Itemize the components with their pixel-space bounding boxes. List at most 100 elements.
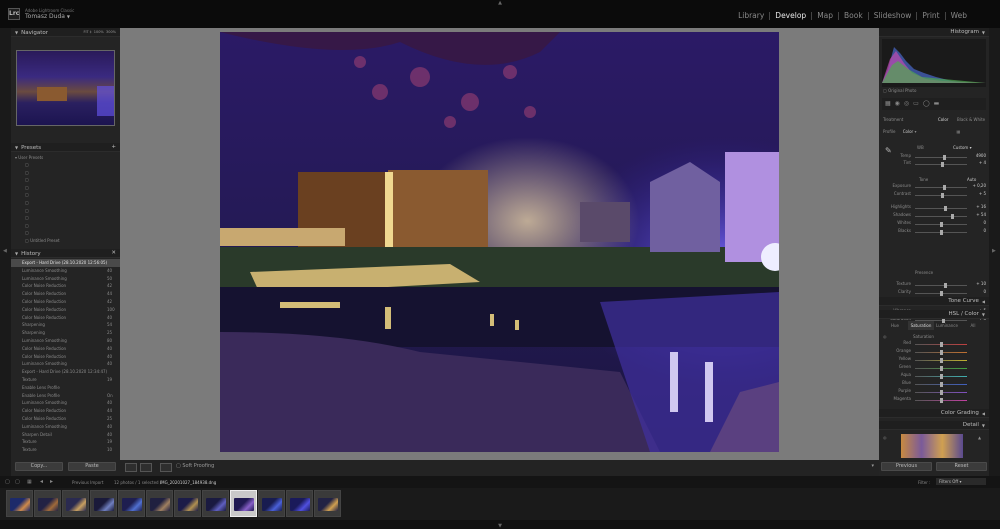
history-item[interactable]: Sharpening 25 xyxy=(11,329,120,337)
histogram-chart[interactable] xyxy=(882,39,986,87)
preset-item[interactable]: ▢ xyxy=(25,199,60,207)
hsl-slider-green[interactable]: Green xyxy=(879,364,989,372)
history-header[interactable]: ▼ History ✕ xyxy=(11,249,120,258)
slider-knob[interactable] xyxy=(940,366,943,371)
history-item[interactable]: Enable Lens Profile xyxy=(11,384,120,392)
filmstrip-thumbnail[interactable] xyxy=(174,490,201,517)
left-panel-edge[interactable]: ◀ xyxy=(0,28,11,476)
slider-value[interactable]: + 16 xyxy=(976,203,986,211)
slider-tint[interactable]: Tint + 4 xyxy=(879,159,989,168)
crop-tool-icon[interactable]: ▦ xyxy=(885,100,895,107)
slider-shadows[interactable]: Shadows + 54 xyxy=(879,212,989,220)
history-item[interactable]: Color Noise Reduction 40 xyxy=(11,345,120,353)
zoom-300[interactable]: 300% xyxy=(106,30,116,34)
original-photo-toggle[interactable]: ▢ Original Photo xyxy=(883,87,916,95)
module-library[interactable]: Library xyxy=(733,12,771,20)
slider-knob[interactable] xyxy=(940,358,943,363)
previous-button[interactable]: Previous xyxy=(881,462,932,471)
slider-value[interactable]: 0 xyxy=(983,288,986,296)
module-develop[interactable]: Develop xyxy=(770,12,813,20)
filmstrip-thumbnail[interactable] xyxy=(286,490,313,517)
slider-knob[interactable] xyxy=(940,390,943,395)
tone-curve-header[interactable]: ◀ Tone Curve xyxy=(879,297,989,306)
zoom-options[interactable]: FIT ‡ 100% 300% xyxy=(83,28,116,37)
zoom-100[interactable]: 100% xyxy=(94,30,104,34)
slider-track[interactable] xyxy=(915,155,967,160)
second-window-options-icon[interactable]: ▢ xyxy=(15,479,20,485)
current-file[interactable]: IMG_20201027_184938.dng xyxy=(160,480,216,485)
slider-texture[interactable]: Texture + 10 xyxy=(879,281,989,289)
tab-saturation[interactable]: Saturation xyxy=(908,321,934,330)
slider-knob[interactable] xyxy=(940,350,943,355)
preset-item[interactable]: ▢ xyxy=(25,214,60,222)
hsl-track[interactable] xyxy=(915,350,967,355)
target-adjust-icon[interactable]: ◎ xyxy=(883,333,887,341)
slider-knob[interactable] xyxy=(942,185,946,190)
hsl-slider-blue[interactable]: Blue xyxy=(879,380,989,388)
slider-knob[interactable] xyxy=(940,398,943,403)
copy-button[interactable]: Copy... xyxy=(15,462,63,471)
tab-hue[interactable]: Hue xyxy=(882,321,908,330)
slider-knob[interactable] xyxy=(940,374,943,379)
slider-knob[interactable] xyxy=(940,382,943,387)
slider-value[interactable]: + 4 xyxy=(979,159,986,167)
tab-luminance[interactable]: Luminance xyxy=(934,321,960,330)
slider-knob[interactable] xyxy=(940,291,943,296)
slider-track[interactable] xyxy=(915,283,967,288)
navigator-preview[interactable] xyxy=(16,50,115,126)
navigator-header[interactable]: ▼ Navigator FIT ‡ 100% 300% xyxy=(11,28,120,37)
module-book[interactable]: Book xyxy=(839,12,869,20)
slider-value[interactable]: 0 xyxy=(983,227,986,235)
before-after-split-icon[interactable] xyxy=(160,463,172,472)
hsl-track[interactable] xyxy=(915,342,967,347)
forward-icon[interactable]: ▸ xyxy=(50,478,53,485)
history-item[interactable]: Color Noise Reduction 42 xyxy=(11,298,120,306)
slider-knob[interactable] xyxy=(940,230,943,235)
slider-track[interactable] xyxy=(915,222,967,227)
hsl-slider-aqua[interactable]: Aqua xyxy=(879,372,989,380)
preset-item[interactable]: ▢ xyxy=(25,229,60,237)
history-item[interactable]: Luminance Smoothing 80 xyxy=(11,337,120,345)
history-item[interactable]: Sharpening 54 xyxy=(11,321,120,329)
preset-item[interactable]: ▢ xyxy=(25,169,60,177)
filter-select[interactable]: Filters Off ▾ xyxy=(936,478,986,485)
add-preset-icon[interactable]: + xyxy=(111,143,116,152)
slider-track[interactable] xyxy=(915,214,967,219)
hsl-slider-orange[interactable]: Orange xyxy=(879,348,989,356)
history-item[interactable]: Export - Hard Drive (28.10.2020 12:34:47… xyxy=(11,368,120,376)
photo-preview[interactable] xyxy=(220,32,779,452)
filmstrip-thumbnail[interactable] xyxy=(230,490,257,517)
radial-filter-icon[interactable]: ◯ xyxy=(923,100,934,107)
slider-track[interactable] xyxy=(915,185,967,190)
profile-select[interactable]: Color xyxy=(903,129,913,134)
filmstrip-thumbnail[interactable] xyxy=(202,490,229,517)
hsl-track[interactable] xyxy=(915,366,967,371)
slider-value[interactable]: 0 xyxy=(983,219,986,227)
history-item[interactable]: Luminance Smoothing 40 xyxy=(11,360,120,368)
slider-track[interactable] xyxy=(915,291,967,296)
history-item[interactable]: Color Noise Reduction 40 xyxy=(11,314,120,322)
history-item[interactable]: Luminance Smoothing 50 xyxy=(11,275,120,283)
before-after-icon[interactable] xyxy=(140,463,152,472)
slider-track[interactable] xyxy=(915,193,967,198)
preset-item-untitled[interactable]: ▢ Untitled Preset xyxy=(25,237,60,245)
grid-icon[interactable]: ▦ xyxy=(27,479,32,485)
history-item[interactable]: Enable Lens Profile On xyxy=(11,392,120,400)
slider-knob[interactable] xyxy=(940,222,943,227)
slider-track[interactable] xyxy=(915,206,967,211)
source-label[interactable]: Previous Import xyxy=(72,480,103,485)
history-item[interactable]: Texture 19 xyxy=(11,438,120,446)
tab-all[interactable]: All xyxy=(960,321,986,330)
history-item[interactable]: Color Noise Reduction 44 xyxy=(11,290,120,298)
slider-knob[interactable] xyxy=(940,342,943,347)
clear-history-icon[interactable]: ✕ xyxy=(111,249,116,258)
hsl-track[interactable] xyxy=(915,374,967,379)
history-item[interactable]: Export - Hard Drive (28.10.2020 12:56:05… xyxy=(11,259,120,267)
histogram-header[interactable]: ▼ Histogram xyxy=(879,28,989,37)
hsl-track[interactable] xyxy=(915,390,967,395)
graduated-filter-icon[interactable]: ▭ xyxy=(913,100,923,107)
history-item[interactable]: Luminance Smoothing 40 xyxy=(11,267,120,275)
history-item[interactable]: Luminance Smoothing 40 xyxy=(11,399,120,407)
back-icon[interactable]: ◂ xyxy=(40,478,43,485)
filmstrip-thumbnail[interactable] xyxy=(6,490,33,517)
